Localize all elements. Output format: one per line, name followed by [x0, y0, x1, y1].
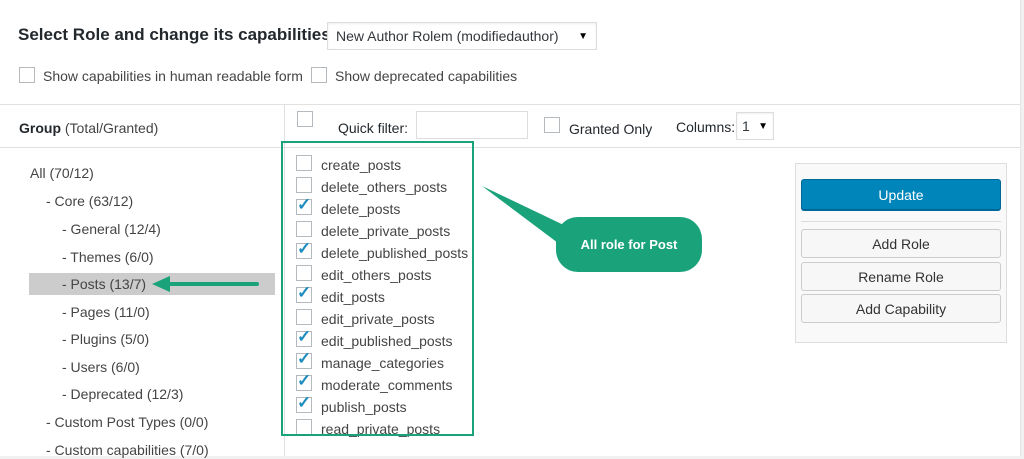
- quick-filter-label: Quick filter:: [338, 120, 409, 136]
- role-select[interactable]: New Author Rolem (modifiedauthor) ▼: [327, 22, 597, 50]
- group-item[interactable]: - General (12/4): [62, 220, 161, 238]
- group-item[interactable]: - Pages (11/0): [62, 303, 150, 321]
- top-divider: [0, 104, 1020, 105]
- group-heading-counts: (Total/Granted): [64, 120, 159, 136]
- deprecated-label: Show deprecated capabilities: [335, 68, 518, 84]
- group-heading-bold: Group: [19, 120, 61, 136]
- page-title: Select Role and change its capabilities:: [18, 25, 337, 44]
- columns-label: Columns:: [676, 119, 736, 135]
- callout-text: All role for Post: [580, 237, 678, 252]
- arrow-left-icon: [152, 276, 259, 292]
- group-heading: Group (Total/Granted): [19, 120, 158, 136]
- columns-select[interactable]: 1 ▼: [736, 112, 774, 140]
- header-divider: [0, 147, 1020, 148]
- select-all-checkbox[interactable]: [297, 111, 313, 127]
- group-item[interactable]: - Deprecated (12/3): [62, 385, 183, 403]
- deprecated-checkbox[interactable]: [311, 67, 327, 83]
- chevron-down-icon: ▼: [758, 120, 768, 132]
- granted-only-checkbox[interactable]: [544, 117, 560, 133]
- group-item[interactable]: All (70/12): [30, 164, 94, 182]
- group-item[interactable]: - Users (6/0): [62, 358, 140, 376]
- group-item[interactable]: - Custom Post Types (0/0): [46, 413, 208, 431]
- role-editor-panel: Select Role and change its capabilities:…: [0, 0, 1021, 459]
- rename-role-button[interactable]: Rename Role: [801, 262, 1001, 291]
- capabilities-highlight-box: [281, 141, 474, 436]
- role-select-value: New Author Rolem (modifiedauthor): [336, 28, 559, 44]
- granted-only-label: Granted Only: [569, 121, 653, 137]
- group-item[interactable]: - Core (63/12): [46, 192, 133, 210]
- group-item[interactable]: - Themes (6/0): [62, 248, 154, 266]
- actions-divider: [801, 221, 1001, 222]
- quick-filter-input[interactable]: [416, 111, 528, 139]
- update-button[interactable]: Update: [801, 179, 1001, 210]
- columns-select-value: 1: [742, 118, 750, 134]
- group-item[interactable]: - Custom capabilities (7/0): [46, 441, 209, 459]
- human-readable-label: Show capabilities in human readable form: [43, 68, 303, 84]
- add-role-button[interactable]: Add Role: [801, 229, 1001, 258]
- add-capability-button[interactable]: Add Capability: [801, 294, 1001, 323]
- human-readable-checkbox[interactable]: [19, 67, 35, 83]
- group-item[interactable]: - Plugins (5/0): [62, 330, 149, 348]
- chevron-down-icon: ▼: [578, 30, 588, 42]
